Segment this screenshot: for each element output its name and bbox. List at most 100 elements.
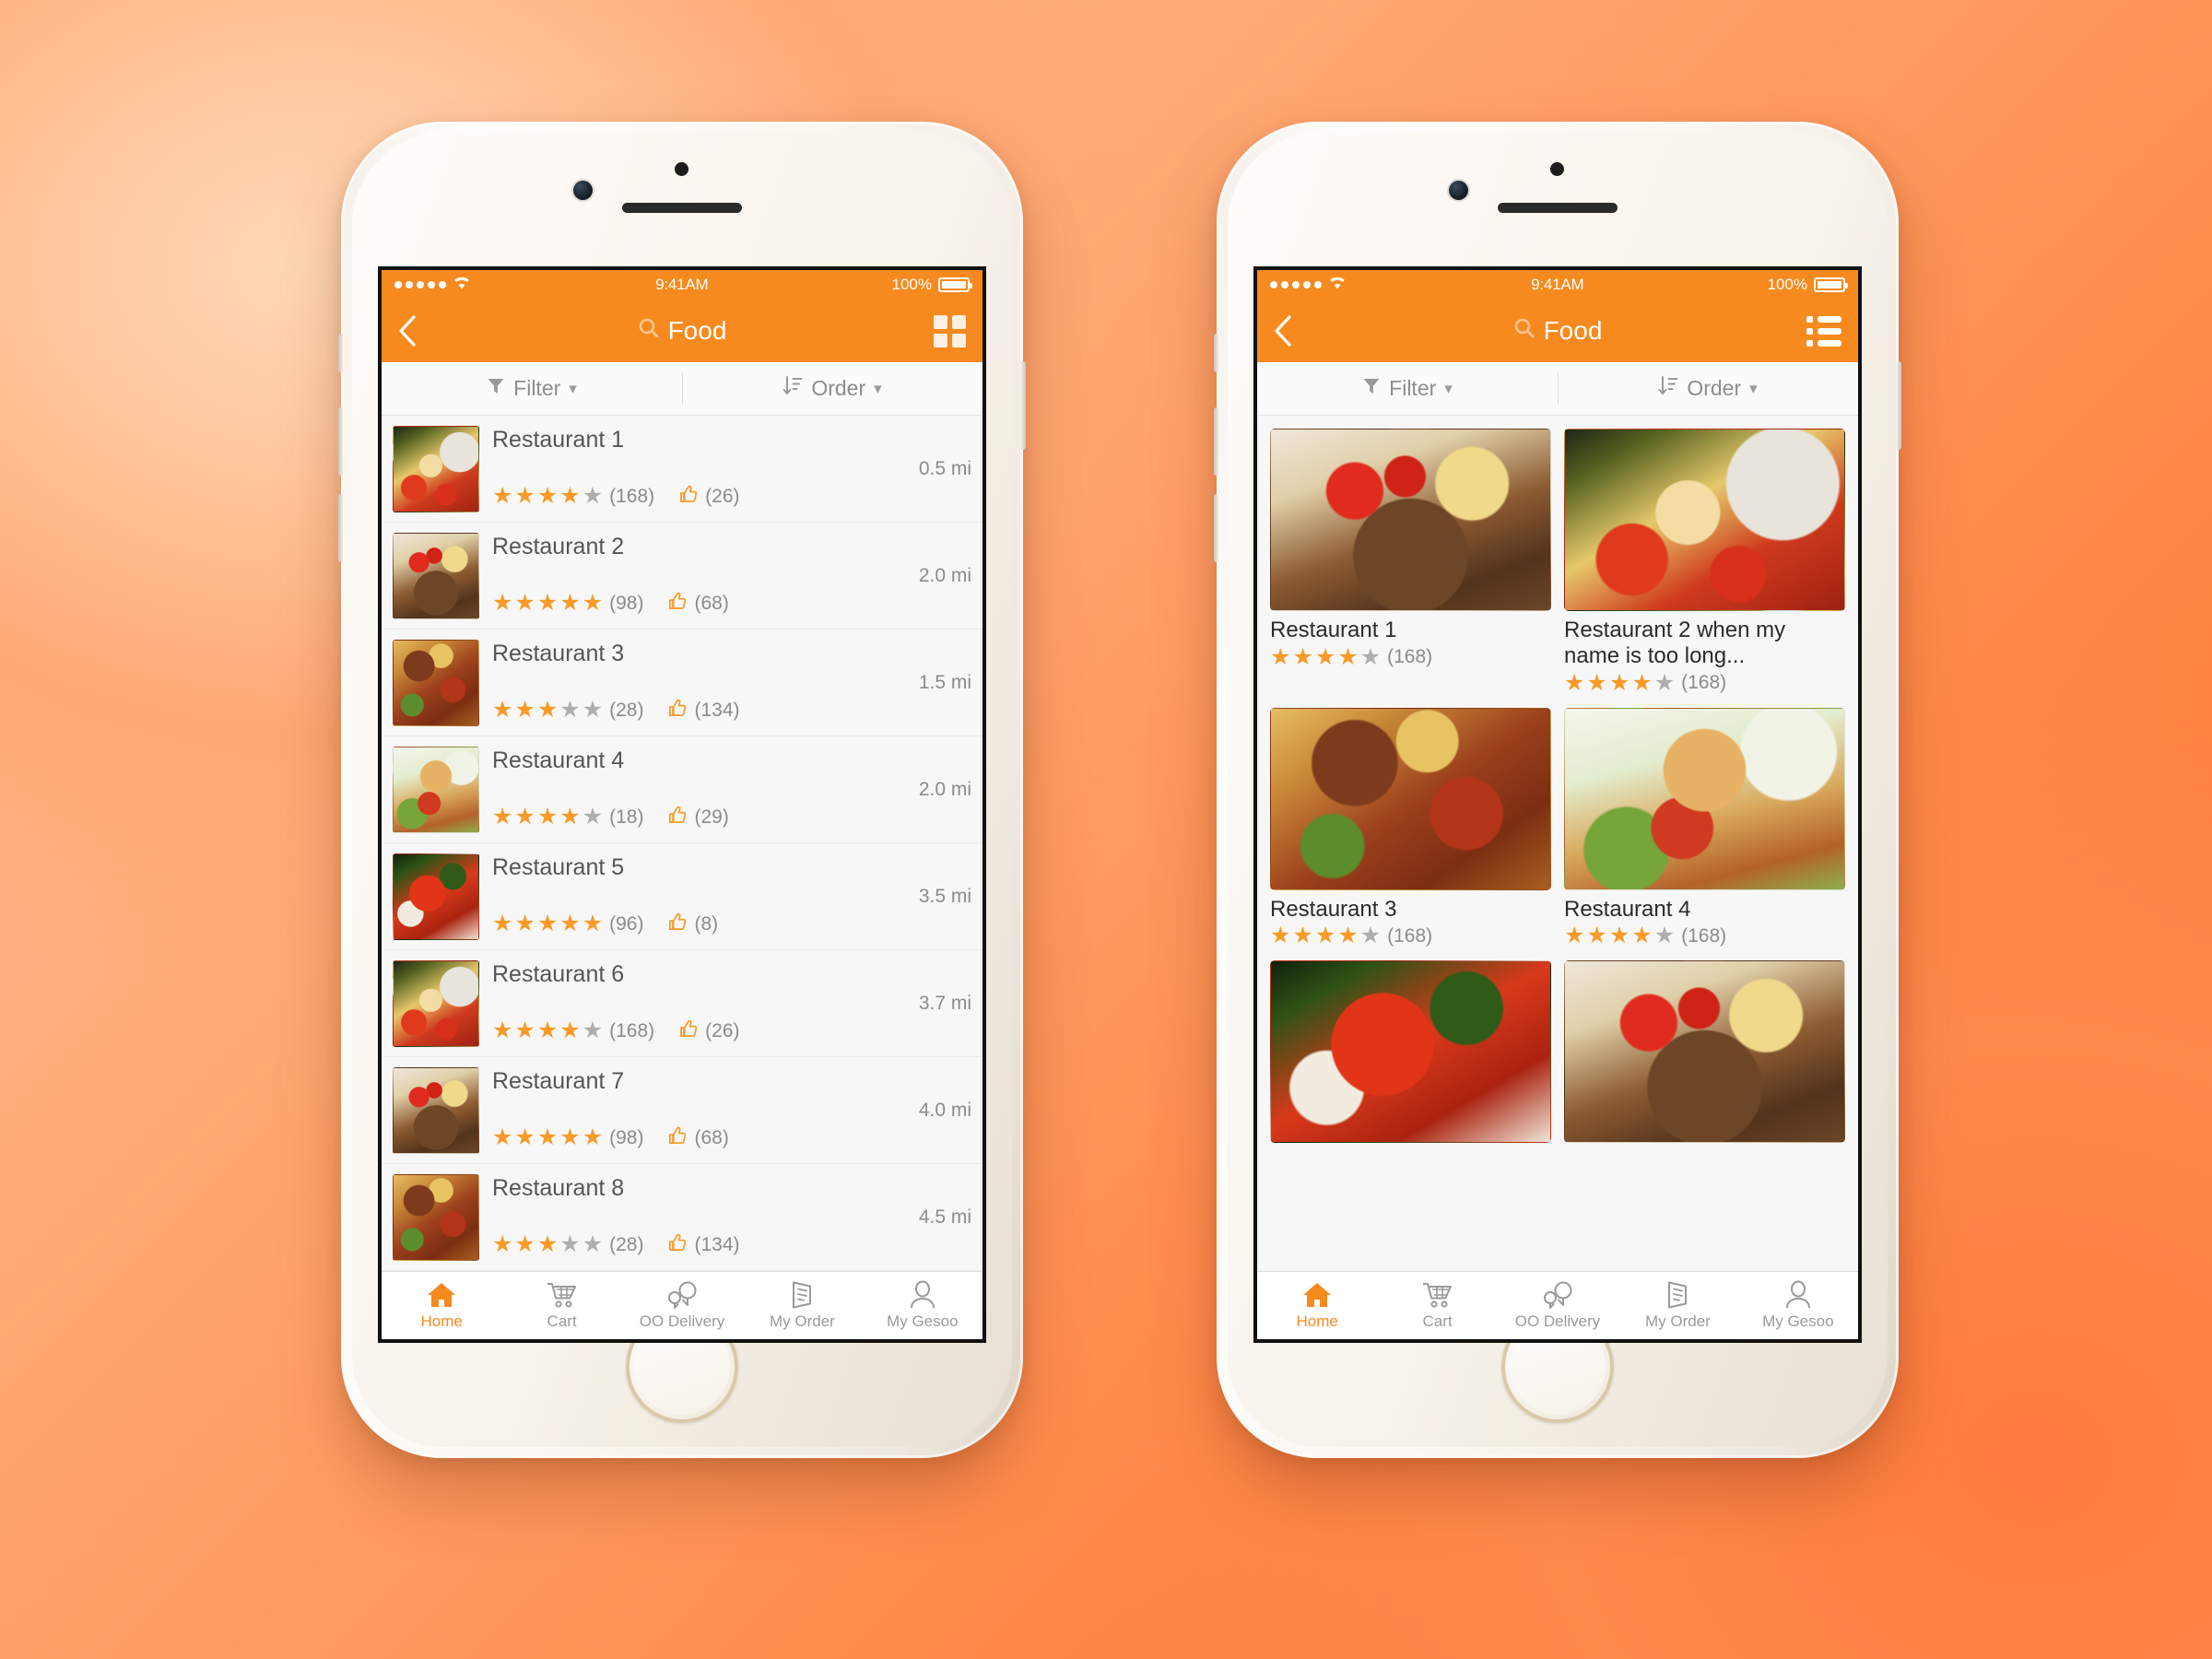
- volume-up-button[interactable]: [338, 407, 343, 476]
- star-icon: ★: [559, 1018, 581, 1043]
- grid-view-icon[interactable]: [934, 314, 966, 347]
- star-icon: ★: [514, 804, 535, 830]
- tab-my-order[interactable]: My Order: [1618, 1272, 1737, 1339]
- star-icon: ★: [492, 1018, 513, 1043]
- restaurant-card[interactable]: Restaurant 4 ★ ★ ★ ★ ★ (168): [1564, 707, 1845, 948]
- restaurant-list-item[interactable]: Restaurant 4 ★ ★ ★ ★ ★ (18) (29) 2.0 mi: [382, 736, 982, 843]
- review-count: (168): [609, 1019, 655, 1041]
- restaurant-card[interactable]: Restaurant 1 ★ ★ ★ ★ ★ (168): [1270, 429, 1551, 695]
- restaurant-list-item[interactable]: Restaurant 6 ★ ★ ★ ★ ★ (168) (26) 3.7 mi: [382, 950, 982, 1057]
- tab-cart[interactable]: Cart: [1377, 1272, 1497, 1339]
- restaurant-card[interactable]: Restaurant 3 ★ ★ ★ ★ ★ (168): [1270, 707, 1551, 948]
- thumbs-up-icon: [678, 484, 700, 509]
- screen-right: 9:41AM 100% Food Filter ▾ Order ▾ Restau…: [1253, 266, 1862, 1343]
- restaurant-list[interactable]: Restaurant 1 ★ ★ ★ ★ ★ (168) (26) 0.5 mi Restaura…: [382, 416, 982, 1271]
- mute-switch[interactable]: [1214, 334, 1218, 372]
- like-count: (134): [694, 1233, 740, 1255]
- mute-switch[interactable]: [338, 334, 343, 372]
- star-icon: ★: [559, 1124, 581, 1150]
- star-rating: ★ ★ ★ ★ ★: [492, 1126, 603, 1149]
- star-icon: ★: [1359, 643, 1382, 670]
- restaurant-name: Restaurant 3: [1270, 896, 1397, 922]
- restaurant-thumbnail: [393, 640, 479, 726]
- tab-label: Cart: [1422, 1312, 1453, 1330]
- tab-my-order[interactable]: My Order: [742, 1272, 862, 1339]
- filter-button[interactable]: Filter ▾: [382, 362, 682, 415]
- star-icon: ★: [582, 1231, 604, 1257]
- back-button[interactable]: [398, 315, 435, 347]
- restaurant-distance: 2.0 mi: [918, 564, 971, 586]
- search-icon: [638, 316, 660, 346]
- list-view-icon[interactable]: [1806, 315, 1841, 347]
- tab-my-gesoo[interactable]: My Gesoo: [1738, 1272, 1858, 1339]
- tab-label: My Order: [1645, 1312, 1711, 1330]
- filter-button[interactable]: Filter ▾: [1257, 362, 1558, 415]
- review-count: (96): [609, 912, 644, 935]
- power-button[interactable]: [1021, 361, 1026, 450]
- star-icon: ★: [492, 1124, 513, 1150]
- star-rating: ★ ★ ★ ★ ★: [492, 1019, 603, 1042]
- thumbs-up-icon: [667, 805, 688, 830]
- receipt-icon: [788, 1280, 816, 1310]
- volume-down-button[interactable]: [1214, 494, 1218, 562]
- restaurant-name: Restaurant 1: [1270, 618, 1397, 642]
- restaurant-name: Restaurant 6: [492, 961, 625, 987]
- tab-oo-delivery[interactable]: OO Delivery: [1498, 1272, 1618, 1339]
- restaurant-grid-scroll[interactable]: Restaurant 1 ★ ★ ★ ★ ★ (168) Restaurant 2 when …: [1257, 416, 1858, 1271]
- restaurant-list-item[interactable]: Restaurant 2 ★ ★ ★ ★ ★ (98) (68) 2.0 mi: [382, 523, 982, 629]
- review-count: (18): [609, 806, 644, 828]
- star-icon: ★: [582, 911, 604, 936]
- phone-device-list-view: 9:41AM 100% Food Filter ▾ Order ▾ Restau…: [338, 122, 1026, 1458]
- order-button[interactable]: Order ▾: [1558, 362, 1858, 415]
- restaurant-list-item[interactable]: Restaurant 1 ★ ★ ★ ★ ★ (168) (26) 0.5 mi: [382, 416, 982, 523]
- restaurant-thumbnail: [393, 960, 479, 1047]
- status-time: 9:41AM: [655, 276, 709, 293]
- restaurant-distance: 0.5 mi: [918, 457, 971, 479]
- star-icon: ★: [559, 483, 581, 509]
- restaurant-distance: 1.5 mi: [918, 671, 971, 693]
- restaurant-list-item[interactable]: Restaurant 5 ★ ★ ★ ★ ★ (96) (8) 3.5 mi: [382, 843, 982, 950]
- restaurant-list-item[interactable]: Restaurant 7 ★ ★ ★ ★ ★ (98) (68) 4.0 mi: [382, 1057, 982, 1164]
- star-icon: ★: [1631, 669, 1653, 696]
- battery-percent: 100%: [1767, 276, 1807, 293]
- restaurant-photo: [1270, 960, 1551, 1144]
- star-icon: ★: [514, 1231, 535, 1257]
- volume-up-button[interactable]: [1214, 407, 1218, 476]
- star-rating: ★ ★ ★ ★ ★: [1270, 924, 1381, 947]
- tab-cart[interactable]: Cart: [501, 1272, 621, 1339]
- star-icon: ★: [492, 911, 513, 936]
- restaurant-thumbnail: [393, 853, 479, 940]
- volume-down-button[interactable]: [338, 494, 343, 562]
- restaurant-distance: 4.5 mi: [918, 1206, 971, 1228]
- star-icon: ★: [1314, 923, 1336, 949]
- tab-label: OO Delivery: [1514, 1312, 1601, 1330]
- funnel-icon: [1362, 376, 1381, 401]
- likes-group: (29): [667, 805, 729, 830]
- restaurant-card[interactable]: [1564, 960, 1845, 1144]
- tab-bar: Home Cart OO Delivery My Order My Gesoo: [382, 1271, 982, 1339]
- star-icon: ★: [514, 911, 535, 936]
- tab-oo-delivery[interactable]: OO Delivery: [622, 1272, 742, 1339]
- tab-bar: Home Cart OO Delivery My Order My Gesoo: [1257, 1271, 1858, 1339]
- like-count: (26): [705, 1019, 740, 1041]
- restaurant-distance: 4.0 mi: [918, 1099, 971, 1121]
- restaurant-card[interactable]: [1270, 960, 1551, 1144]
- restaurant-list-item[interactable]: Restaurant 8 ★ ★ ★ ★ ★ (28) (134) 4.5 mi: [382, 1164, 982, 1271]
- restaurant-card[interactable]: Restaurant 2 when my name is too long...…: [1564, 429, 1845, 695]
- restaurant-photo: [1564, 960, 1845, 1144]
- like-count: (68): [694, 592, 729, 614]
- power-button[interactable]: [1897, 361, 1901, 450]
- tab-home[interactable]: Home: [1257, 1272, 1377, 1339]
- restaurant-name: Restaurant 4: [492, 747, 625, 773]
- review-count: (168): [1681, 924, 1727, 947]
- battery-percent: 100%: [891, 276, 932, 293]
- back-button[interactable]: [1274, 315, 1311, 347]
- tab-home[interactable]: Home: [382, 1272, 501, 1339]
- home-icon: [1301, 1280, 1333, 1310]
- restaurant-list-item[interactable]: Restaurant 3 ★ ★ ★ ★ ★ (28) (134) 1.5 mi: [382, 629, 982, 736]
- order-button[interactable]: Order ▾: [682, 362, 982, 415]
- star-icon: ★: [536, 804, 559, 830]
- tab-my-gesoo[interactable]: My Gesoo: [863, 1272, 982, 1339]
- restaurant-thumbnail: [393, 747, 479, 833]
- star-rating: ★ ★ ★ ★ ★: [492, 592, 603, 615]
